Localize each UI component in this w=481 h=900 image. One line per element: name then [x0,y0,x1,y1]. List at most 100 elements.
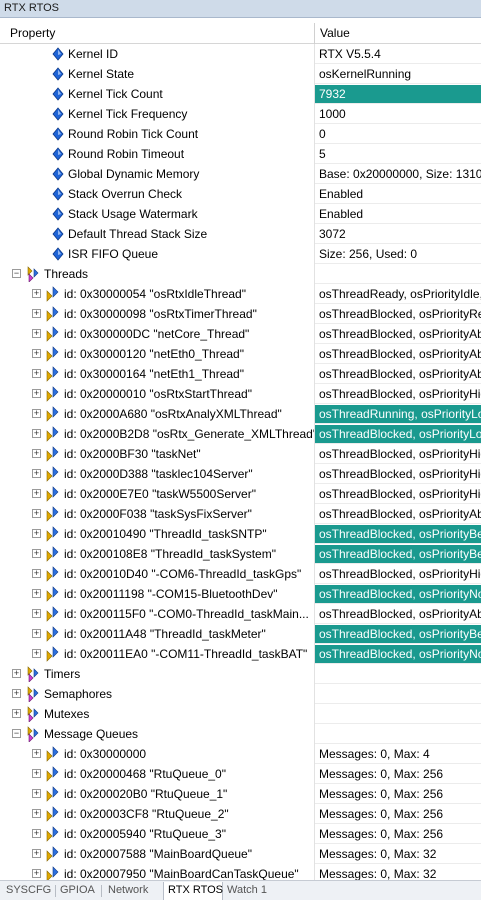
property-cell[interactable]: + id: 0x20000468 "RtuQueue_0" [0,764,314,784]
tree-row[interactable]: + id: 0x30000098 "osRtxTimerThread" osThre… [0,304,481,324]
expand-toggle[interactable]: + [32,589,41,598]
value-cell[interactable]: Enabled [315,205,481,224]
value-cell[interactable]: osThreadBlocked, osPriorityAbo [315,325,481,344]
property-cell[interactable]: + id: 0x20003CF8 "RtuQueue_2" [0,804,314,824]
property-cell[interactable]: + id: 0x30000000 [0,744,314,764]
tree-row[interactable]: + id: 0x20007588 "MainBoardQueue" Messages… [0,844,481,864]
value-cell[interactable]: 7932 [315,85,481,104]
tree-row[interactable]: Kernel ID RTX V5.5.4 [0,44,481,64]
value-cell[interactable]: Messages: 0, Max: 4 [315,745,481,764]
property-cell[interactable]: + id: 0x30000054 "osRtxIdleThread" [0,284,314,304]
expand-toggle[interactable]: + [32,429,41,438]
property-cell[interactable]: + id: 0x20011A48 "ThreadId_taskMeter" [0,624,314,644]
tree-group-row[interactable]: − Threads [0,264,481,284]
property-cell[interactable]: − Threads [0,264,314,284]
value-cell[interactable]: osThreadBlocked, osPriorityAbo [315,505,481,524]
tab-syscfg[interactable]: SYSCFG [2,882,54,900]
tree-row[interactable]: Round Robin Timeout 5 [0,144,481,164]
expand-toggle[interactable]: + [32,349,41,358]
tree-row[interactable]: + id: 0x2000B2D8 "osRtx_Generate_XMLThrea… [0,424,481,444]
value-cell[interactable]: osThreadBlocked, osPriorityHig [315,565,481,584]
value-cell[interactable]: Messages: 0, Max: 256 [315,765,481,784]
value-cell[interactable]: osThreadBlocked, osPriorityHig [315,385,481,404]
expand-toggle[interactable]: + [32,609,41,618]
tree-row[interactable]: Round Robin Tick Count 0 [0,124,481,144]
expand-toggle[interactable]: + [12,689,21,698]
tree-row[interactable]: + id: 0x300000DC "netCore_Thread" osThread… [0,324,481,344]
tree-row[interactable]: + id: 0x2000A680 "osRtxAnalyXMLThread" osT… [0,404,481,424]
tree-row[interactable]: + id: 0x30000164 "netEth1_Thread" osThread… [0,364,481,384]
tree-row[interactable]: + id: 0x20000468 "RtuQueue_0" Messages: 0,… [0,764,481,784]
property-cell[interactable]: + Semaphores [0,684,314,704]
property-cell[interactable]: + id: 0x30000120 "netEth0_Thread" [0,344,314,364]
tree-group-row[interactable]: + Timers [0,664,481,684]
tree-row[interactable]: + id: 0x20010D40 "-COM6-ThreadId_taskGps"… [0,564,481,584]
expand-toggle[interactable]: + [32,449,41,458]
value-cell[interactable] [315,705,481,724]
value-cell[interactable]: osThreadBlocked, osPriorityAbo [315,345,481,364]
value-cell[interactable] [315,665,481,684]
property-cell[interactable]: + id: 0x20010490 "ThreadId_taskSNTP" [0,524,314,544]
expand-toggle[interactable]: + [32,389,41,398]
expand-toggle[interactable]: + [32,629,41,638]
expand-toggle[interactable]: + [32,789,41,798]
value-cell[interactable]: 5 [315,145,481,164]
expand-toggle[interactable]: + [32,469,41,478]
column-header-property[interactable]: Property [10,26,55,40]
property-cell[interactable]: Stack Usage Watermark [0,204,314,224]
property-cell[interactable]: + id: 0x200115F0 "-COM0-ThreadId_taskMain… [0,604,314,624]
tree-row[interactable]: + id: 0x20005940 "RtuQueue_3" Messages: 0,… [0,824,481,844]
property-cell[interactable]: Stack Overrun Check [0,184,314,204]
tree-row[interactable]: + id: 0x2000D388 "tasklec104Server" osThre… [0,464,481,484]
value-cell[interactable]: Base: 0x20000000, Size: 131072, [315,165,481,184]
property-cell[interactable]: Kernel Tick Frequency [0,104,314,124]
property-cell[interactable]: + id: 0x2000B2D8 "osRtx_Generate_XMLThrea… [0,424,317,444]
tree-row[interactable]: + id: 0x30000054 "osRtxIdleThread" osThrea… [0,284,481,304]
value-cell[interactable]: osThreadBlocked, osPriorityHig [315,465,481,484]
property-cell[interactable]: + id: 0x30000164 "netEth1_Thread" [0,364,314,384]
expand-toggle[interactable]: + [32,409,41,418]
tree-row[interactable]: ISR FIFO Queue Size: 256, Used: 0 [0,244,481,264]
tree-row[interactable]: + id: 0x20003CF8 "RtuQueue_2" Messages: 0,… [0,804,481,824]
tree-row[interactable]: Stack Usage Watermark Enabled [0,204,481,224]
expand-toggle[interactable]: + [32,829,41,838]
tree-row[interactable]: + id: 0x30000120 "netEth0_Thread" osThread… [0,344,481,364]
tree-row[interactable]: + id: 0x20000010 "osRtxStartThread" osThre… [0,384,481,404]
expand-toggle[interactable]: + [32,289,41,298]
property-cell[interactable]: + id: 0x300000DC "netCore_Thread" [0,324,314,344]
value-cell[interactable]: osThreadBlocked, osPriorityRea [315,305,481,324]
expand-toggle[interactable]: + [32,489,41,498]
column-divider[interactable] [314,23,315,44]
value-cell[interactable] [315,725,481,744]
tab-gpioa[interactable]: GPIOA [56,882,100,900]
tab-rtx-rtos[interactable]: RTX RTOS [163,882,223,900]
property-cell[interactable]: + id: 0x30000098 "osRtxTimerThread" [0,304,314,324]
tree-row[interactable]: + id: 0x200020B0 "RtuQueue_1" Messages: 0,… [0,784,481,804]
expand-toggle[interactable]: + [32,849,41,858]
property-cell[interactable]: + id: 0x200020B0 "RtuQueue_1" [0,784,314,804]
tree-group-row[interactable]: + Mutexes [0,704,481,724]
property-cell[interactable]: + id: 0x20005940 "RtuQueue_3" [0,824,314,844]
tree-row[interactable]: Stack Overrun Check Enabled [0,184,481,204]
tree-row[interactable]: + id: 0x20011198 "-COM15-BluetoothDev" osT… [0,584,481,604]
collapse-toggle[interactable]: − [12,269,21,278]
value-cell[interactable]: osThreadBlocked, osPriorityNo [315,585,481,604]
value-cell[interactable]: osThreadBlocked, osPriorityLow [315,425,481,444]
tree-row[interactable]: + id: 0x2000BF30 "taskNet" osThreadBlocked… [0,444,481,464]
property-cell[interactable]: Kernel State [0,64,314,84]
property-cell[interactable]: Kernel Tick Count [0,84,314,104]
tree-row[interactable]: + id: 0x200108E8 "ThreadId_taskSystem" osT… [0,544,481,564]
expand-toggle[interactable]: + [32,869,41,878]
expand-toggle[interactable]: + [32,809,41,818]
value-cell[interactable]: osThreadBlocked, osPriorityNo [315,645,481,664]
value-cell[interactable]: Enabled [315,185,481,204]
property-cell[interactable]: + id: 0x20010D40 "-COM6-ThreadId_taskGps" [0,564,314,584]
property-cell[interactable]: Default Thread Stack Size [0,224,314,244]
property-tree[interactable]: Kernel ID RTX V5.5.4 Kernel State osKernelR… [0,44,481,880]
expand-toggle[interactable]: + [32,369,41,378]
value-cell[interactable]: Messages: 0, Max: 256 [315,805,481,824]
value-cell[interactable] [315,685,481,704]
tree-row[interactable]: Kernel State osKernelRunning [0,64,481,84]
value-cell[interactable]: osThreadBlocked, osPriorityHig [315,485,481,504]
tree-row[interactable]: + id: 0x20010490 "ThreadId_taskSNTP" osThr… [0,524,481,544]
